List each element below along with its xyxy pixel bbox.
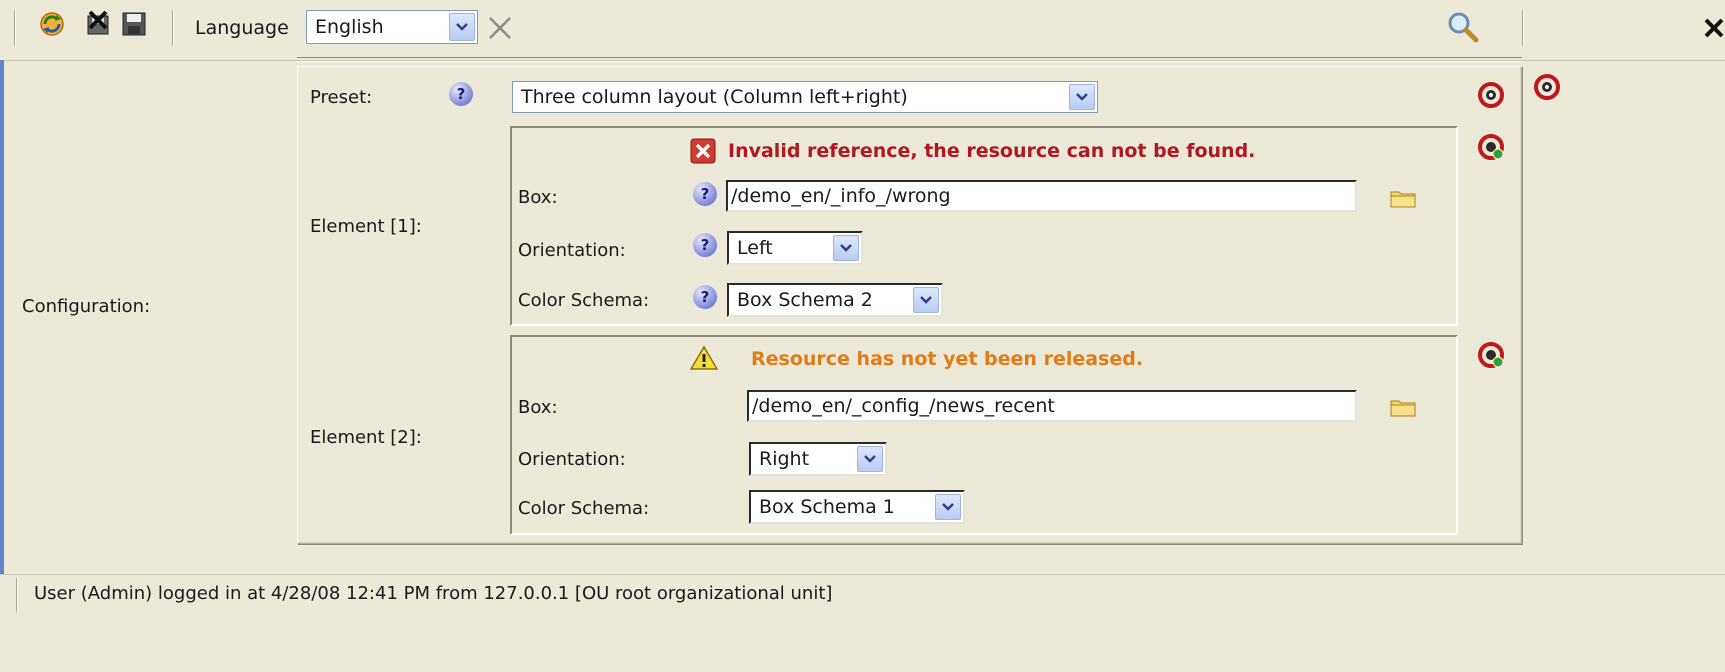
element-1-orientation-value: Left (737, 237, 773, 259)
toolbar-separator (14, 10, 16, 46)
preset-label: Preset: (310, 87, 373, 108)
chevron-down-icon[interactable] (935, 494, 961, 520)
divider (297, 57, 1522, 62)
element-2-box-value: /demo_en/_config_/news_recent (752, 395, 1055, 417)
language-select[interactable]: English (306, 10, 478, 44)
close-icon[interactable] (1700, 14, 1725, 42)
element-1-error-message: Invalid reference, the resource can not … (728, 140, 1256, 162)
orientation-label: Orientation: (518, 240, 626, 261)
element-2-orientation-value: Right (759, 448, 810, 470)
remove-element-icon[interactable] (1532, 72, 1562, 102)
chevron-down-icon[interactable] (857, 446, 883, 472)
language-select-value: English (315, 16, 384, 38)
element-2-label: Element [2]: (310, 427, 422, 448)
element-1-box-value: /demo_en/_info_/wrong (731, 185, 951, 207)
save-icon[interactable] (120, 10, 148, 38)
error-icon (690, 138, 716, 164)
warning-icon (690, 345, 718, 370)
toolbar-separator (1522, 10, 1524, 46)
help-icon[interactable]: ? (693, 182, 717, 206)
chevron-down-icon[interactable] (1069, 84, 1095, 110)
discard-icon[interactable] (84, 10, 112, 38)
toolbar-separator (172, 10, 174, 46)
remove-element-icon[interactable] (1476, 80, 1506, 110)
chevron-down-icon[interactable] (449, 13, 475, 41)
element-2-orientation-select[interactable]: Right (749, 442, 887, 476)
preset-select-value: Three column layout (Column left+right) (521, 86, 908, 108)
color-schema-label: Color Schema: (518, 290, 650, 311)
help-icon[interactable]: ? (693, 233, 717, 257)
element-1-orientation-select[interactable]: Left (727, 231, 863, 265)
toolbar: Language English (0, 0, 1725, 61)
orientation-label: Orientation: (518, 449, 626, 470)
language-label: Language (195, 17, 289, 39)
box-label: Box: (518, 187, 558, 208)
folder-icon[interactable] (1390, 188, 1416, 208)
element-1-label: Element [1]: (310, 216, 422, 237)
element-1-color-value: Box Schema 2 (737, 289, 873, 311)
configuration-label: Configuration: (22, 296, 151, 317)
status-text: User (Admin) logged in at 4/28/08 12:41 … (34, 583, 833, 604)
search-icon[interactable] (1446, 10, 1480, 44)
element-1-box-input[interactable]: /demo_en/_info_/wrong (726, 180, 1357, 212)
folder-icon[interactable] (1390, 397, 1416, 417)
refresh-icon[interactable] (38, 10, 66, 38)
element-1-color-select[interactable]: Box Schema 2 (727, 283, 943, 317)
element-2-box-input[interactable]: /demo_en/_config_/news_recent (747, 390, 1357, 422)
element-2-color-select[interactable]: Box Schema 1 (749, 490, 965, 524)
divider (0, 574, 1725, 575)
color-schema-label: Color Schema: (518, 498, 650, 519)
window-edge (0, 60, 4, 574)
status-separator (16, 578, 18, 612)
preset-select[interactable]: Three column layout (Column left+right) (512, 81, 1098, 113)
add-element-icon[interactable] (1476, 340, 1506, 370)
element-2-warning-message: Resource has not yet been released. (751, 348, 1144, 370)
chevron-down-icon[interactable] (833, 235, 859, 261)
help-icon[interactable]: ? (449, 82, 473, 106)
element-2-color-value: Box Schema 1 (759, 496, 895, 518)
chevron-down-icon[interactable] (913, 287, 939, 313)
help-icon[interactable]: ? (693, 285, 717, 309)
box-label: Box: (518, 397, 558, 418)
clear-icon[interactable] (486, 14, 514, 42)
add-element-icon[interactable] (1476, 132, 1506, 162)
